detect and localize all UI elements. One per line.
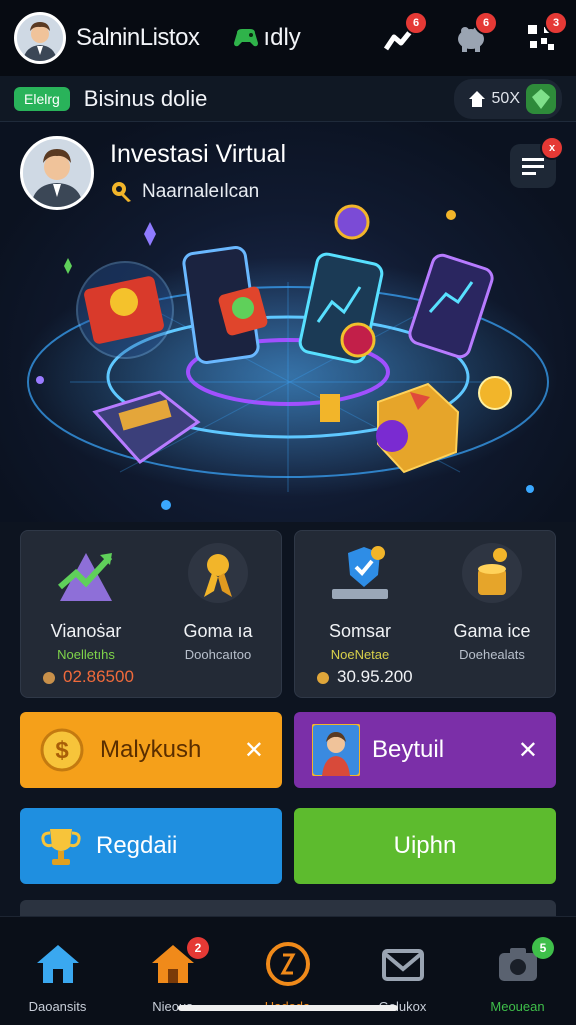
close-icon[interactable]: ✕	[518, 736, 538, 765]
uiphn-label: Uiphn	[393, 832, 457, 859]
home-indicator[interactable]	[178, 1005, 398, 1011]
daily-label: ıdlу	[263, 24, 301, 51]
key-icon	[112, 182, 131, 202]
stat-value: 02.86500	[63, 667, 134, 686]
gamepad-icon	[234, 29, 259, 47]
nav-label: Meouean	[490, 999, 545, 1014]
qr-badge: 3	[544, 11, 568, 35]
character-portrait-icon	[312, 724, 360, 776]
content-peek	[20, 900, 556, 916]
svg-text:$: $	[55, 737, 69, 764]
stat-column: Goma ıa Doohcaıtoo	[153, 531, 283, 699]
menu-badge: x	[540, 136, 564, 160]
security-shield-icon	[332, 546, 388, 599]
hero-subtitle: Naarnaleılcan	[142, 181, 260, 202]
mulykush-button[interactable]: $ Malykush ✕	[20, 712, 282, 788]
hero-subtitle-row: Naarnaleılcan	[110, 180, 259, 204]
nav-badge: 5	[532, 937, 554, 959]
stat-label: Goma ıa	[183, 621, 253, 641]
growth-chart-icon	[58, 553, 113, 601]
stat-column: Somsar NoeNetae 30.95.200	[295, 531, 425, 699]
stat-value-row: 30.95.200	[315, 667, 413, 687]
chart-button[interactable]: 6	[380, 11, 428, 59]
coin-bag-icon	[317, 672, 329, 684]
gift-box-icon	[76, 261, 174, 359]
home-small-icon	[468, 90, 485, 107]
section-bar: Elelrg Bisinus dolie 50X	[0, 76, 576, 122]
beytuil-label: Beytuil	[372, 736, 445, 763]
profile-avatar[interactable]	[14, 12, 66, 64]
shield-icon	[526, 83, 556, 114]
stat-column: Gama ice Doehealats	[427, 531, 557, 699]
menu-button[interactable]: x	[510, 136, 564, 188]
coin-stack-icon	[462, 543, 522, 603]
list-icon	[522, 158, 544, 175]
stat-value: 30.95.200	[337, 667, 413, 686]
trophy-icon	[41, 829, 81, 865]
home-icon	[37, 945, 79, 983]
stat-label: Somsar	[328, 621, 391, 641]
stat-column: Vianoṡar Noelletıhs 02.86500	[21, 531, 151, 699]
coin-icon	[266, 942, 310, 986]
chart-badge: 6	[404, 11, 428, 35]
nav-label: Daoansits	[28, 999, 87, 1014]
stat-value-row: 02.86500	[41, 667, 134, 687]
hero-title: Investasi Virtual	[110, 140, 287, 168]
mulykush-label: Malykush	[100, 736, 202, 763]
nav-badge: 2	[187, 937, 209, 959]
regdaii-button[interactable]: Regdaii	[20, 808, 282, 884]
coin-stack-icon	[320, 394, 340, 422]
savings-badge: 6	[474, 11, 498, 35]
beytuil-button[interactable]: Beytuil ✕	[294, 712, 556, 788]
stat-sublabel: NoeNetae	[330, 647, 390, 662]
balance-pill[interactable]: 50X	[453, 78, 562, 119]
daily-button[interactable]: ıdlу	[233, 24, 301, 52]
stat-sublabel: Doohcaıtoo	[184, 647, 252, 662]
uiphn-button[interactable]: Uiphn	[294, 808, 556, 884]
nav-item-home[interactable]: Daoansits	[0, 917, 115, 1025]
coin-icon	[478, 376, 512, 410]
stats-card[interactable]: Somsar NoeNetae 30.95.200 Gama ice Doehe…	[294, 530, 556, 698]
close-icon[interactable]: ✕	[244, 736, 264, 765]
regdaii-label: Regdaii	[96, 832, 178, 859]
savings-button[interactable]: 6	[450, 11, 498, 59]
stat-sublabel: Doehealats	[459, 647, 525, 662]
stat-label: Gama ice	[453, 621, 531, 641]
qr-button[interactable]: 3	[520, 11, 568, 59]
nav-item-camera[interactable]: 5 Meouean	[460, 917, 575, 1025]
section-title: Bisinus dolie	[83, 85, 208, 111]
coin-icon	[334, 204, 370, 240]
stats-card[interactable]: Vianoṡar Noelletıhs 02.86500 Goma ıa Doo…	[20, 530, 282, 698]
stat-sublabel: Noelletıhs	[57, 647, 115, 662]
balance-pill-text: 50X	[491, 89, 520, 107]
section-tag[interactable]: Elelrg	[14, 86, 70, 111]
mail-icon	[382, 949, 424, 981]
dollar-coin-icon: $	[40, 728, 84, 772]
app-brand: SalninListox	[76, 24, 200, 51]
ribbon-icon	[188, 543, 248, 603]
hero-avatar[interactable]	[20, 136, 94, 210]
stat-label: Vianoṡar	[50, 621, 122, 641]
top-bar: SalninListox ıdlу 6 6 3	[0, 0, 576, 76]
coin-bag-icon	[43, 672, 55, 684]
hero-banner: Investasi Virtual Naarnaleılcan x	[0, 122, 576, 522]
